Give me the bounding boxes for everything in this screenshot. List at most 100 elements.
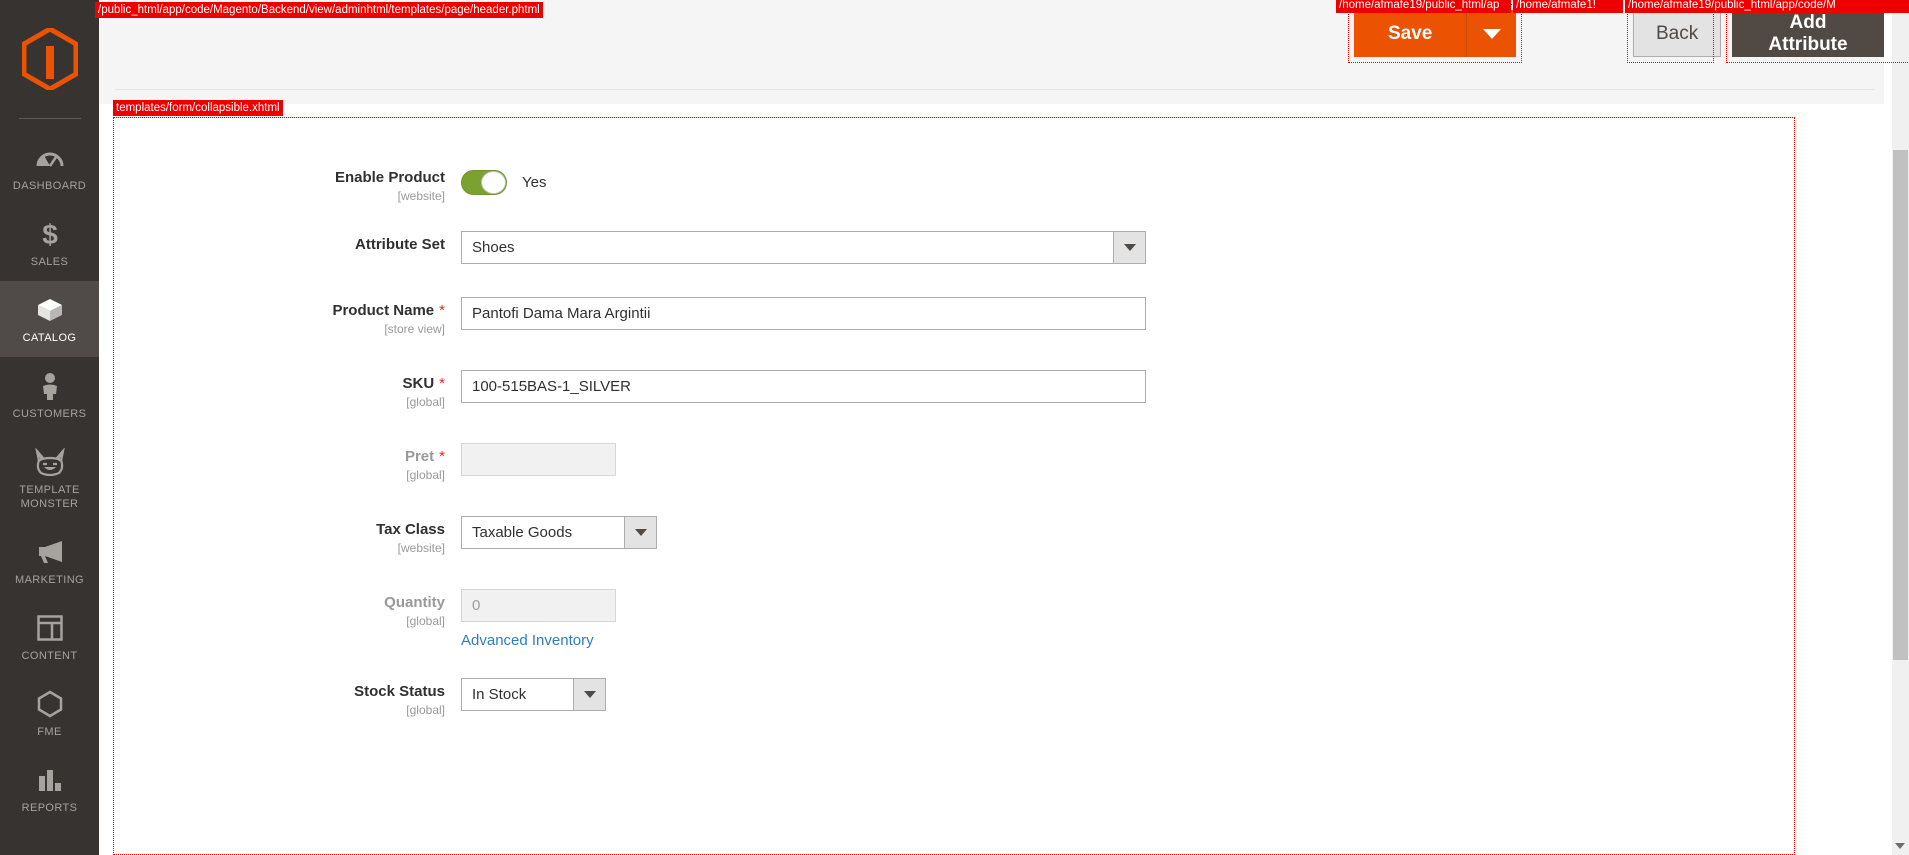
field-label-col: Pret * [global] xyxy=(114,441,461,483)
annotation-header-template: /public_html/app/code/Magento/Backend/vi… xyxy=(95,2,543,18)
toggle-knob xyxy=(481,171,506,194)
sku-label-text: SKU xyxy=(402,375,435,392)
magento-admin-product-edit-page: DASHBOARD $ SALES CATALOG CUSTOMERS TEMP… xyxy=(0,0,1909,855)
chevron-down-icon xyxy=(583,691,596,698)
admin-sidebar: DASHBOARD $ SALES CATALOG CUSTOMERS TEMP… xyxy=(0,0,99,855)
quantity-label: Quantity xyxy=(384,594,445,611)
product-form-panel: templates/form/collapsible.xhtml Enable … xyxy=(113,100,1795,855)
sidebar-item-label: REPORTS xyxy=(21,802,78,814)
product-name-scope: [store view] xyxy=(384,322,445,336)
save-button[interactable]: Save xyxy=(1354,10,1467,57)
annotation-back-template: /home/afmafe1! xyxy=(1513,0,1623,13)
add-attribute-button[interactable]: Add Attribute xyxy=(1732,10,1884,57)
product-name-label-text: Product Name xyxy=(332,302,435,319)
field-label-col: Attribute Set xyxy=(114,229,461,254)
annotation-add-attribute-template: /home/afmafe19/public_html/app/code/M xyxy=(1625,0,1909,13)
sidebar-item-label: CONTENT xyxy=(21,650,78,662)
sidebar-item-label: CUSTOMERS xyxy=(12,408,87,420)
pret-label-text: Pret xyxy=(404,448,435,465)
enable-product-toggle[interactable] xyxy=(461,170,507,195)
add-attribute-button-group: Add Attribute xyxy=(1732,10,1884,57)
field-stock-status: Stock Status [global] In Stock xyxy=(114,676,1794,718)
field-control-col: In Stock xyxy=(461,676,1794,711)
bar-chart-icon xyxy=(37,765,63,795)
chevron-down-icon xyxy=(1123,244,1136,251)
sku-scope: [global] xyxy=(406,395,445,409)
sidebar-item-fme[interactable]: FME xyxy=(0,675,99,751)
chevron-down-icon xyxy=(1482,28,1501,39)
field-label-col: Tax Class [website] xyxy=(114,514,461,556)
field-label-col: SKU * [global] xyxy=(114,368,461,410)
attribute-set-caret[interactable] xyxy=(1113,232,1145,263)
dollar-icon: $ xyxy=(40,219,60,249)
field-label-col: Enable Product [website] xyxy=(114,162,461,204)
attribute-set-label: Attribute Set xyxy=(355,236,445,253)
product-form: Enable Product [website] Yes Attribute S… xyxy=(114,118,1794,718)
field-enable-product: Enable Product [website] Yes xyxy=(114,162,1794,204)
scroll-down-arrow[interactable] xyxy=(1895,843,1905,849)
field-quantity: Quantity [global] Advanced Inventory xyxy=(114,587,1794,650)
quantity-input xyxy=(461,589,616,622)
sidebar-item-label: DASHBOARD xyxy=(12,180,87,192)
field-attribute-set: Attribute Set Shoes xyxy=(114,229,1794,264)
sidebar-item-label: TEMPLATE MONSTER xyxy=(19,484,80,510)
pret-input xyxy=(461,443,616,476)
scrollbar-thumb[interactable] xyxy=(1893,150,1908,660)
megaphone-icon xyxy=(35,537,65,567)
sidebar-item-sales[interactable]: $ SALES xyxy=(0,205,99,281)
quantity-scope: [global] xyxy=(406,614,445,628)
save-dropdown-toggle[interactable] xyxy=(1466,10,1517,57)
pret-scope: [global] xyxy=(406,468,445,482)
sidebar-item-template-monster[interactable]: TEMPLATE MONSTER xyxy=(0,433,99,523)
advanced-inventory-link[interactable]: Advanced Inventory xyxy=(461,632,594,649)
field-product-name: Product Name * [store view] xyxy=(114,295,1794,337)
tax-class-value: Taxable Goods xyxy=(472,524,573,541)
sidebar-divider xyxy=(18,118,81,119)
field-label-col: Stock Status [global] xyxy=(114,676,461,718)
sidebar-item-marketing[interactable]: MARKETING xyxy=(0,523,99,599)
advanced-inventory-wrap: Advanced Inventory xyxy=(461,622,1794,650)
page-scrollbar[interactable] xyxy=(1892,0,1909,855)
hexagon-icon xyxy=(37,689,63,719)
stock-status-caret[interactable] xyxy=(573,679,605,710)
field-control-col: Advanced Inventory xyxy=(461,587,1794,650)
attribute-set-select[interactable]: Shoes xyxy=(461,231,1146,264)
monster-cat-icon xyxy=(33,447,67,477)
stock-status-select[interactable]: In Stock xyxy=(461,678,606,711)
sidebar-item-customers[interactable]: CUSTOMERS xyxy=(0,357,99,433)
sidebar-item-label: FME xyxy=(37,726,62,738)
product-name-input[interactable] xyxy=(461,297,1146,330)
tax-class-scope: [website] xyxy=(397,541,445,555)
sidebar-item-catalog[interactable]: CATALOG xyxy=(0,281,99,357)
sidebar-item-reports[interactable]: REPORTS xyxy=(0,751,99,827)
enable-product-value: Yes xyxy=(522,174,547,191)
enable-product-scope: [website] xyxy=(397,189,445,203)
annotation-save-template: /home/afmafe19/public_html/ap xyxy=(1336,0,1511,13)
field-label-col: Quantity [global] xyxy=(114,587,461,629)
magento-logo[interactable] xyxy=(0,0,99,118)
sidebar-item-content[interactable]: CONTENT xyxy=(0,599,99,675)
tax-class-caret[interactable] xyxy=(624,517,656,548)
back-button[interactable]: Back xyxy=(1633,10,1722,57)
sidebar-item-label: CATALOG xyxy=(22,332,77,344)
field-control-col xyxy=(461,441,1794,476)
field-sku: SKU * [global] xyxy=(114,368,1794,410)
field-pret: Pret * [global] xyxy=(114,441,1794,483)
enable-product-toggle-row: Yes xyxy=(461,164,1794,195)
field-control-col xyxy=(461,295,1794,330)
chevron-down-icon xyxy=(634,529,647,536)
field-tax-class: Tax Class [website] Taxable Goods xyxy=(114,514,1794,556)
tax-class-select[interactable]: Taxable Goods xyxy=(461,516,657,549)
field-label-col: Product Name * [store view] xyxy=(114,295,461,337)
attribute-set-value: Shoes xyxy=(472,239,515,256)
sku-input[interactable] xyxy=(461,370,1146,403)
stock-status-scope: [global] xyxy=(406,703,445,717)
sidebar-item-label: SALES xyxy=(30,256,69,268)
required-indicator: * xyxy=(439,448,445,465)
magento-logo-icon xyxy=(21,28,78,90)
box-icon xyxy=(36,295,64,325)
pret-label: Pret * xyxy=(114,448,445,466)
field-control-col: Yes xyxy=(461,162,1794,195)
svg-text:$: $ xyxy=(42,220,58,248)
sidebar-item-dashboard[interactable]: DASHBOARD xyxy=(0,129,99,205)
